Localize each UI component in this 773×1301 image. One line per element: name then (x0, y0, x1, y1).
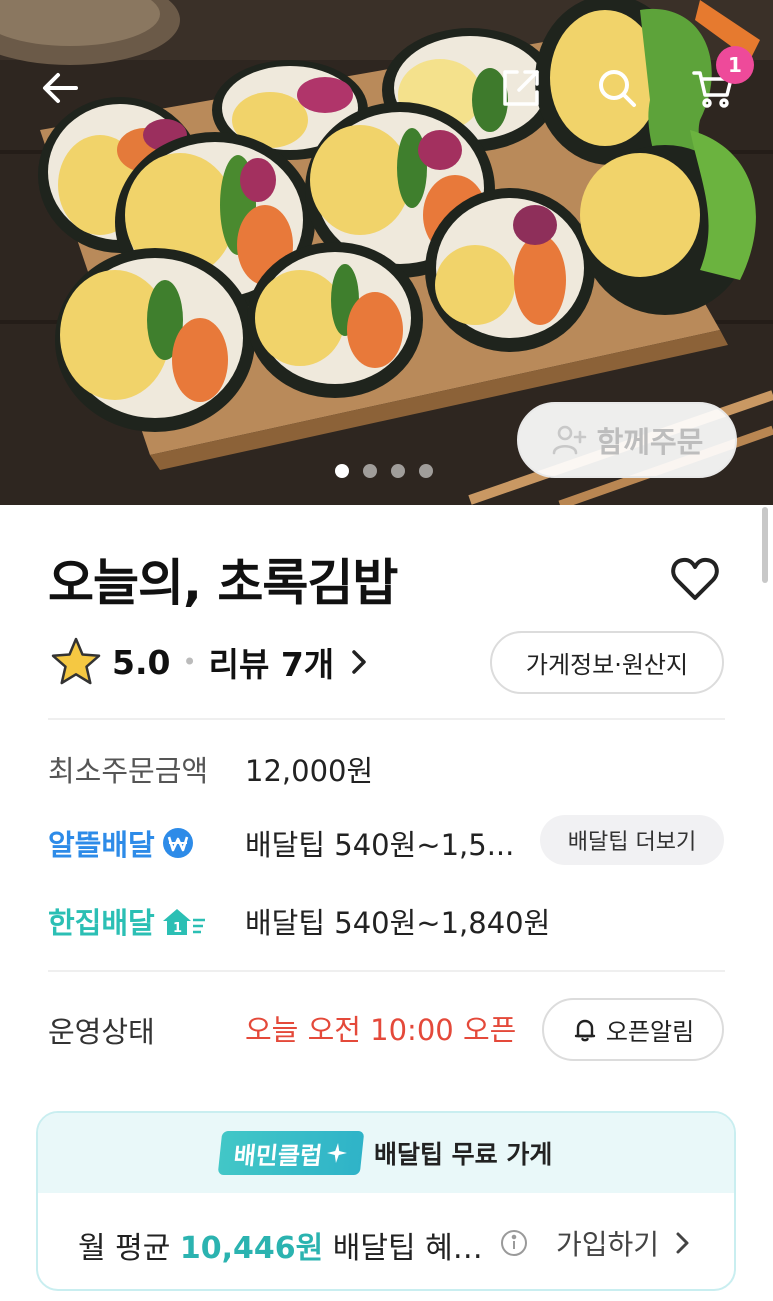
carousel-dot-4[interactable] (419, 464, 433, 478)
baemin-club-card[interactable]: 배민클럽 배달팁 무료 가게 월 평균 10,446원 배달팁 혜… 가입하기 (36, 1111, 736, 1291)
bell-icon (574, 1019, 596, 1041)
club-logo-text: 배민클럽 (231, 1141, 324, 1170)
single-delivery-value: 배달팁 540원~1,840원 (245, 906, 551, 940)
search-icon (599, 70, 636, 107)
chevron-right-icon (676, 1232, 689, 1254)
carousel-dot-3[interactable] (391, 464, 405, 478)
carousel-indicator (335, 464, 433, 478)
person-add-icon (552, 425, 586, 455)
store-name: 오늘의, 초록김밥 (48, 554, 398, 612)
svg-text:1: 1 (173, 921, 182, 936)
club-text-prefix: 월 평균 (78, 1231, 180, 1266)
join-club-label: 가입하기 (556, 1228, 660, 1261)
scrollbar[interactable] (762, 507, 768, 583)
house-speed-icon: 1 (162, 909, 205, 936)
club-logo: 배민클럽 (217, 1131, 365, 1175)
search-button[interactable] (589, 60, 645, 116)
review-count-label: 리뷰 7개 (208, 645, 335, 684)
group-order-button[interactable]: 함께주문 (517, 402, 737, 478)
status-label: 운영상태 (48, 1015, 155, 1049)
store-info-button[interactable]: 가게정보·원산지 (490, 631, 724, 694)
hero-image-carousel[interactable]: 1 함께주문 (0, 0, 773, 505)
won-coin-icon (162, 828, 193, 858)
favorite-button[interactable] (664, 548, 726, 610)
min-order-label: 최소주문금액 (48, 754, 209, 788)
club-amount: 10,446원 (179, 1231, 324, 1266)
saver-delivery-label-group: 알뜰배달 (48, 822, 195, 864)
info-icon[interactable] (500, 1229, 528, 1257)
sparkle-icon (326, 1143, 347, 1163)
saver-delivery-label: 알뜰배달 (48, 828, 155, 862)
chevron-right-icon (352, 650, 366, 674)
open-alert-label: 오픈알림 (605, 1018, 695, 1046)
carousel-dot-1[interactable] (335, 464, 349, 478)
rating-row: 5.0 • 리뷰 7개 (50, 632, 374, 692)
club-card-body: 월 평균 10,446원 배달팁 혜… 가입하기 (38, 1195, 734, 1289)
separator-dot: • (182, 648, 197, 676)
star-icon (51, 637, 101, 685)
back-button[interactable] (32, 60, 88, 116)
share-button[interactable] (493, 60, 549, 116)
more-delivery-tip-button[interactable]: 배달팁 더보기 (540, 815, 724, 865)
club-text-suffix: 배달팁 혜… (323, 1231, 483, 1266)
cart-count-badge: 1 (716, 46, 754, 84)
share-icon (503, 70, 539, 106)
back-arrow-icon (43, 73, 78, 103)
divider (48, 970, 725, 972)
carousel-dot-2[interactable] (363, 464, 377, 478)
min-order-value: 12,000원 (245, 754, 374, 788)
review-link[interactable]: 리뷰 7개 (209, 638, 375, 686)
join-club-link[interactable]: 가입하기 (556, 1223, 695, 1263)
heart-icon (671, 557, 719, 600)
status-value: 오늘 오전 10:00 오픈 (245, 1013, 517, 1047)
group-order-label: 함께주문 (596, 425, 704, 459)
rating-value: 5.0 (112, 642, 171, 682)
single-delivery-label: 한집배달 (48, 906, 155, 940)
club-title: 배달팁 무료 가게 (373, 1140, 553, 1169)
single-delivery-label-group: 한집배달 1 (48, 900, 207, 942)
open-alert-button[interactable]: 오픈알림 (542, 998, 724, 1061)
divider (48, 718, 725, 720)
club-card-header: 배민클럽 배달팁 무료 가게 (38, 1113, 734, 1193)
saver-delivery-value: 배달팁 540원~1,5... (245, 828, 515, 862)
club-benefit-text: 월 평균 10,446원 배달팁 혜… (78, 1223, 483, 1267)
